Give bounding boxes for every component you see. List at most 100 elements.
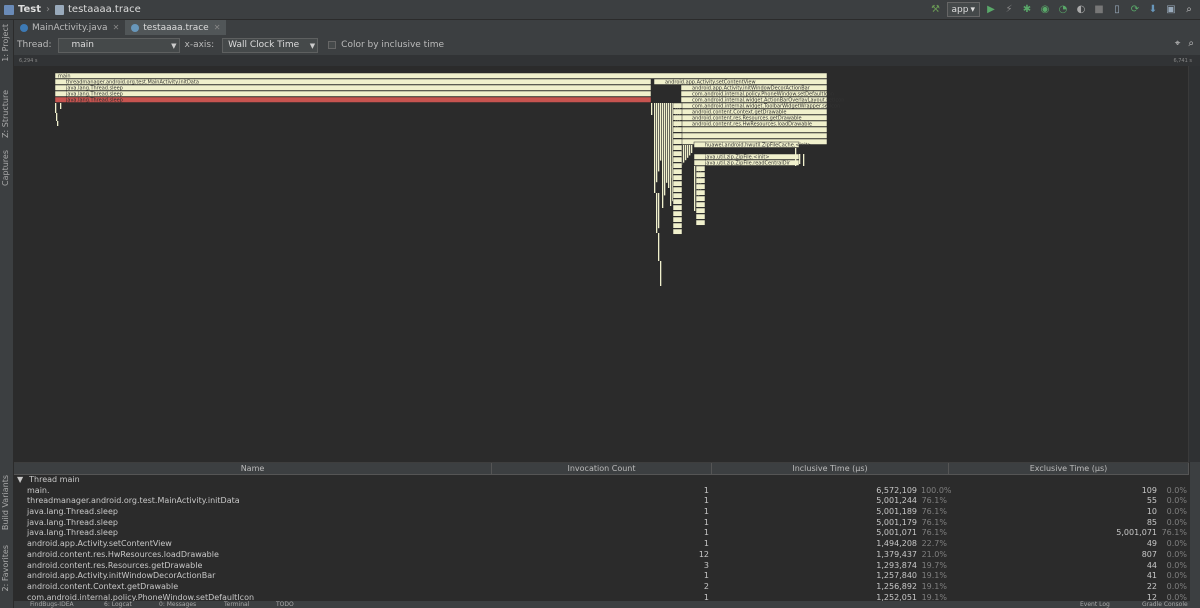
flame-frame[interactable] xyxy=(54,96,652,103)
stop-icon[interactable]: ■ xyxy=(1092,3,1106,17)
table-row[interactable]: android.content.Context.getDrawable 2 1,25… xyxy=(14,582,1189,593)
sdk-manager-icon[interactable]: ⬇ xyxy=(1146,3,1160,17)
favorites-tool-tab[interactable]: 2: Favorites xyxy=(1,545,10,591)
status-event-log[interactable]: Event Log xyxy=(1080,601,1110,608)
table-row[interactable]: main. 1 6,572,109 100.0% 109 0.0% xyxy=(14,486,1189,497)
run-icon[interactable]: ▶ xyxy=(984,3,998,17)
flame-frame[interactable] xyxy=(695,201,706,208)
flame-frame[interactable] xyxy=(672,204,683,211)
debug-icon[interactable]: ✱ xyxy=(1020,3,1034,17)
flame-frame[interactable] xyxy=(651,103,653,115)
table-row[interactable]: threadmanager.android.org.test.MainActiv… xyxy=(14,496,1189,507)
flame-frame[interactable] xyxy=(680,132,828,139)
flame-frame[interactable] xyxy=(662,103,664,208)
project-tool-tab[interactable]: 1: Project xyxy=(1,24,10,62)
col-invocation[interactable]: Invocation Count xyxy=(492,463,712,474)
col-name[interactable]: Name xyxy=(14,463,492,474)
flame-frame[interactable] xyxy=(54,90,652,97)
flame-frame[interactable] xyxy=(695,219,706,226)
status-terminal[interactable]: Terminal xyxy=(224,601,249,608)
flame-frame[interactable] xyxy=(55,103,57,113)
search-icon[interactable]: ⌕ xyxy=(1182,3,1196,17)
flame-frame[interactable] xyxy=(685,145,687,161)
flame-frame[interactable] xyxy=(664,103,666,196)
flame-frame[interactable] xyxy=(695,177,706,184)
file-name[interactable]: testaaaa.trace xyxy=(68,4,141,15)
flame-frame[interactable] xyxy=(666,103,668,183)
flame-frame[interactable] xyxy=(672,138,683,145)
status-gradle-console[interactable]: Gradle Console xyxy=(1142,601,1188,608)
flame-frame[interactable] xyxy=(672,198,683,205)
device-monitor-icon[interactable]: ▣ xyxy=(1164,3,1178,17)
flame-frame[interactable] xyxy=(695,207,706,214)
flame-frame[interactable] xyxy=(680,126,828,133)
flame-frame[interactable] xyxy=(656,193,658,233)
flame-frame[interactable] xyxy=(658,233,660,261)
flame-frame[interactable] xyxy=(57,121,59,126)
col-exclusive[interactable]: Exclusive Time (μs) xyxy=(949,463,1189,474)
flame-frame[interactable] xyxy=(799,154,801,164)
flame-frame[interactable] xyxy=(672,126,683,133)
flame-frame[interactable] xyxy=(672,174,683,181)
flame-frame[interactable] xyxy=(658,193,660,229)
tab-trace[interactable]: testaaaa.trace ✕ xyxy=(125,20,227,35)
flame-frame[interactable] xyxy=(672,102,683,109)
status-messages[interactable]: 0: Messages xyxy=(159,601,196,608)
close-icon[interactable]: ✕ xyxy=(113,23,120,32)
hammer-icon[interactable]: ⚒ xyxy=(929,3,943,17)
project-name[interactable]: Test xyxy=(18,4,41,15)
flame-frame[interactable] xyxy=(672,162,683,169)
vertical-scrollbar[interactable] xyxy=(1188,66,1200,462)
avd-manager-icon[interactable]: ▯ xyxy=(1110,3,1124,17)
flame-frame[interactable] xyxy=(683,145,685,163)
flame-frame[interactable] xyxy=(803,154,805,166)
flame-frame[interactable] xyxy=(660,261,662,286)
captures-tool-tab[interactable]: Captures xyxy=(1,150,10,186)
xaxis-select[interactable]: Wall Clock Time ▼ xyxy=(222,37,319,53)
flame-frame[interactable] xyxy=(672,228,683,235)
table-row[interactable]: java.lang.Thread.sleep 1 5,001,179 76.1% 85 0… xyxy=(14,518,1189,529)
flame-frame[interactable] xyxy=(56,113,58,121)
status-findbugs[interactable]: FindBugs-IDEA xyxy=(30,601,74,608)
flame-frame[interactable] xyxy=(654,103,656,193)
flame-frame[interactable] xyxy=(694,166,696,211)
expand-arrow-icon[interactable]: ▼ xyxy=(17,475,23,484)
flame-frame[interactable] xyxy=(672,156,683,163)
flame-frame[interactable] xyxy=(695,165,706,172)
flame-frame[interactable] xyxy=(795,148,797,166)
run-config-select[interactable]: app ▾ xyxy=(946,2,980,17)
profile-icon[interactable]: ◔ xyxy=(1056,3,1070,17)
flame-frame[interactable] xyxy=(672,222,683,229)
flame-frame[interactable] xyxy=(672,192,683,199)
sync-icon[interactable]: ⟳ xyxy=(1128,3,1142,17)
flame-frame[interactable] xyxy=(54,84,652,91)
flame-frame[interactable] xyxy=(687,145,689,158)
flame-frame[interactable] xyxy=(672,210,683,217)
flame-chart-svg[interactable]: mainthreadmanager.android.org.test.MainA… xyxy=(14,66,1200,462)
flame-frame[interactable] xyxy=(691,145,693,153)
table-row[interactable]: android.app.Activity.setContentView 1 1,49… xyxy=(14,539,1189,550)
table-row[interactable]: android.content.res.Resources.getDrawabl… xyxy=(14,561,1189,572)
close-icon[interactable]: ✕ xyxy=(214,23,221,32)
flame-frame[interactable] xyxy=(695,183,706,190)
flame-frame[interactable] xyxy=(658,103,660,172)
thread-row[interactable]: ▼ Thread main xyxy=(14,475,1189,486)
flame-frame[interactable] xyxy=(695,189,706,196)
flame-frame[interactable] xyxy=(672,186,683,193)
flame-frame[interactable] xyxy=(668,103,670,188)
table-row[interactable]: android.app.Activity.initWindowDecorActi… xyxy=(14,571,1189,582)
color-inclusive-checkbox[interactable] xyxy=(328,41,337,49)
flame-frame[interactable] xyxy=(670,166,672,206)
flame-frame[interactable] xyxy=(60,103,62,109)
status-logcat[interactable]: 6: Logcat xyxy=(104,601,132,608)
structure-tool-tab[interactable]: Z: Structure xyxy=(1,90,10,138)
table-row[interactable]: java.lang.Thread.sleep 1 5,001,071 76.1% 5,0… xyxy=(14,528,1189,539)
attach-debugger-icon[interactable]: ◐ xyxy=(1074,3,1088,17)
flame-frame[interactable] xyxy=(689,145,691,156)
table-row[interactable]: android.content.res.HwResources.loadDraw… xyxy=(14,550,1189,561)
flame-frame[interactable] xyxy=(54,72,828,79)
flame-frame[interactable] xyxy=(672,108,683,115)
flame-frame[interactable] xyxy=(672,168,683,175)
coverage-icon[interactable]: ◉ xyxy=(1038,3,1052,17)
flame-frame[interactable] xyxy=(672,180,683,187)
